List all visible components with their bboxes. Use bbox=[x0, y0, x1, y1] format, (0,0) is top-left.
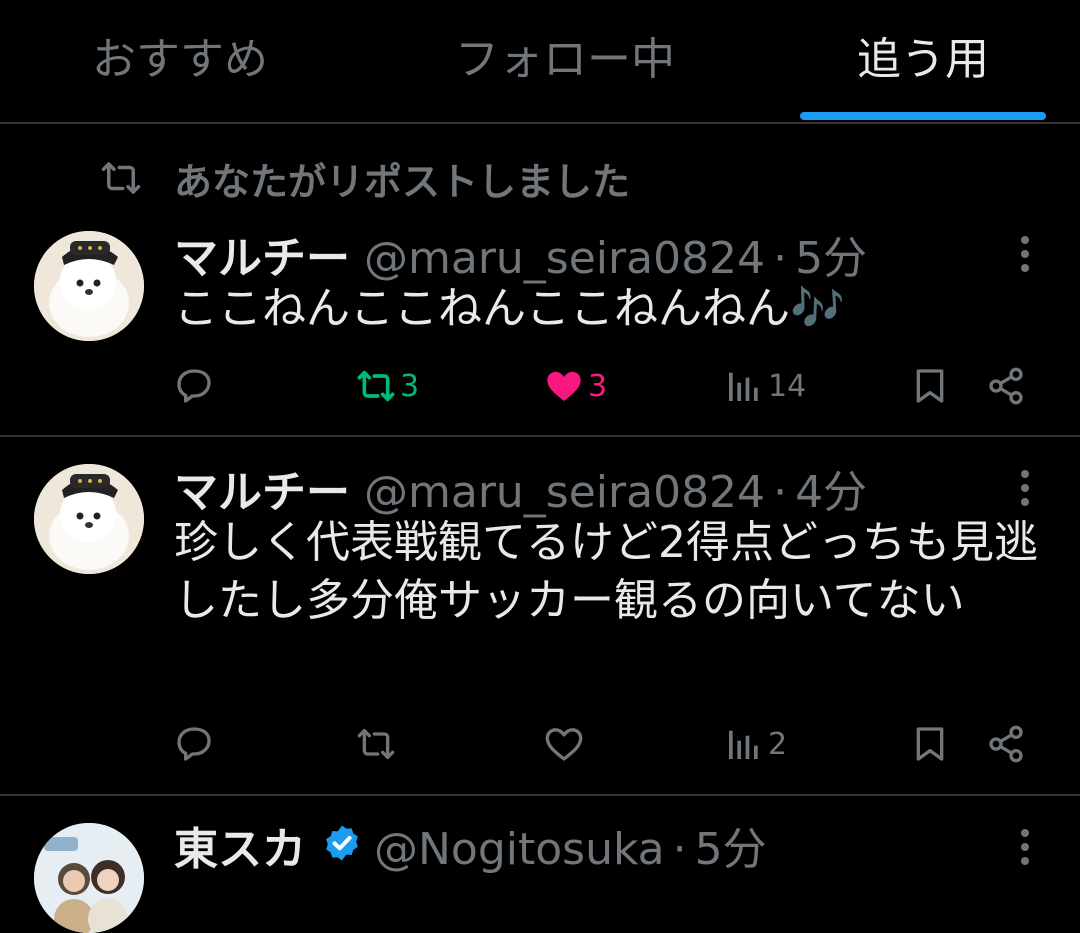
like-button[interactable]: 3 bbox=[544, 366, 607, 406]
repost-icon bbox=[101, 162, 141, 194]
tab-list[interactable]: 追う用 bbox=[800, 30, 1046, 90]
more-options-icon[interactable] bbox=[1010, 234, 1040, 274]
author-name[interactable]: マルチー bbox=[174, 456, 350, 520]
author-handle[interactable]: @maru_seira0824 bbox=[364, 467, 765, 518]
more-options-icon[interactable] bbox=[1010, 468, 1040, 508]
share-icon bbox=[989, 725, 1023, 763]
views-button[interactable]: 2 bbox=[724, 724, 787, 764]
retweet-button[interactable] bbox=[356, 724, 400, 764]
tweet-header: マルチー @maru_seira0824 · 5分 bbox=[174, 222, 867, 284]
author-name[interactable]: マルチー bbox=[174, 222, 350, 286]
author-name[interactable]: 東スカ bbox=[174, 813, 306, 877]
active-tab-indicator bbox=[800, 112, 1046, 120]
avatar[interactable] bbox=[34, 231, 144, 341]
retweet-button[interactable]: 3 bbox=[356, 366, 419, 406]
timestamp[interactable]: 4分 bbox=[795, 456, 867, 520]
timestamp[interactable]: 5分 bbox=[695, 813, 767, 877]
repost-notice-text: あなたがリポストしました bbox=[174, 159, 631, 204]
analytics-icon bbox=[729, 730, 758, 759]
heart-icon bbox=[545, 728, 583, 761]
separator: · bbox=[773, 467, 788, 518]
share-button[interactable] bbox=[986, 724, 1026, 764]
bookmark-icon bbox=[916, 727, 944, 761]
divider bbox=[0, 794, 1080, 796]
author-handle[interactable]: @Nogitosuka bbox=[374, 824, 665, 875]
bookmark-button[interactable] bbox=[910, 366, 950, 406]
like-count: 3 bbox=[588, 368, 608, 404]
divider bbox=[0, 435, 1080, 437]
tab-recommended[interactable]: おすすめ bbox=[60, 30, 300, 90]
avatar[interactable] bbox=[34, 823, 144, 933]
like-button[interactable] bbox=[544, 724, 588, 764]
view-count: 14 bbox=[768, 368, 807, 404]
bookmark-icon bbox=[916, 369, 944, 403]
timestamp[interactable]: 5分 bbox=[795, 222, 867, 286]
retweet-icon bbox=[357, 370, 395, 402]
retweet-icon bbox=[357, 729, 395, 759]
separator: · bbox=[773, 233, 788, 284]
author-handle[interactable]: @maru_seira0824 bbox=[364, 233, 765, 284]
share-button[interactable] bbox=[986, 366, 1026, 406]
avatar[interactable] bbox=[34, 464, 144, 574]
reply-icon bbox=[177, 727, 211, 761]
share-icon bbox=[989, 367, 1023, 405]
tab-following[interactable]: フォロー中 bbox=[430, 30, 700, 90]
more-options-icon[interactable] bbox=[1010, 827, 1040, 867]
bookmark-button[interactable] bbox=[910, 724, 950, 764]
reply-icon bbox=[177, 369, 211, 403]
retweet-count: 3 bbox=[400, 368, 420, 404]
views-button[interactable]: 14 bbox=[724, 366, 806, 406]
analytics-icon bbox=[729, 372, 758, 401]
tweet-header: マルチー @maru_seira0824 · 4分 bbox=[174, 456, 867, 518]
timeline-tabs: おすすめ フォロー中 追う用 bbox=[0, 0, 1080, 124]
tweet-actions: 2 bbox=[0, 720, 1080, 770]
tweet-text: ここねんここねんここねんねん🎶 bbox=[174, 283, 845, 334]
tweet-actions: 3 3 14 bbox=[0, 362, 1080, 412]
reply-button[interactable] bbox=[174, 724, 214, 764]
tweet-text: 珍しく代表戦観てるけど2得点どっちも見逃したし多分俺サッカー観るの向いてない bbox=[174, 517, 1038, 626]
view-count: 2 bbox=[768, 726, 788, 762]
reply-button[interactable] bbox=[174, 366, 214, 406]
repost-notice: あなたがリポストしました bbox=[100, 152, 630, 204]
separator: · bbox=[672, 824, 687, 875]
verified-badge-icon bbox=[326, 825, 358, 861]
heart-filled-icon bbox=[547, 371, 581, 401]
tweet-header: 東スカ @Nogitosuka · 5分 bbox=[174, 813, 767, 875]
